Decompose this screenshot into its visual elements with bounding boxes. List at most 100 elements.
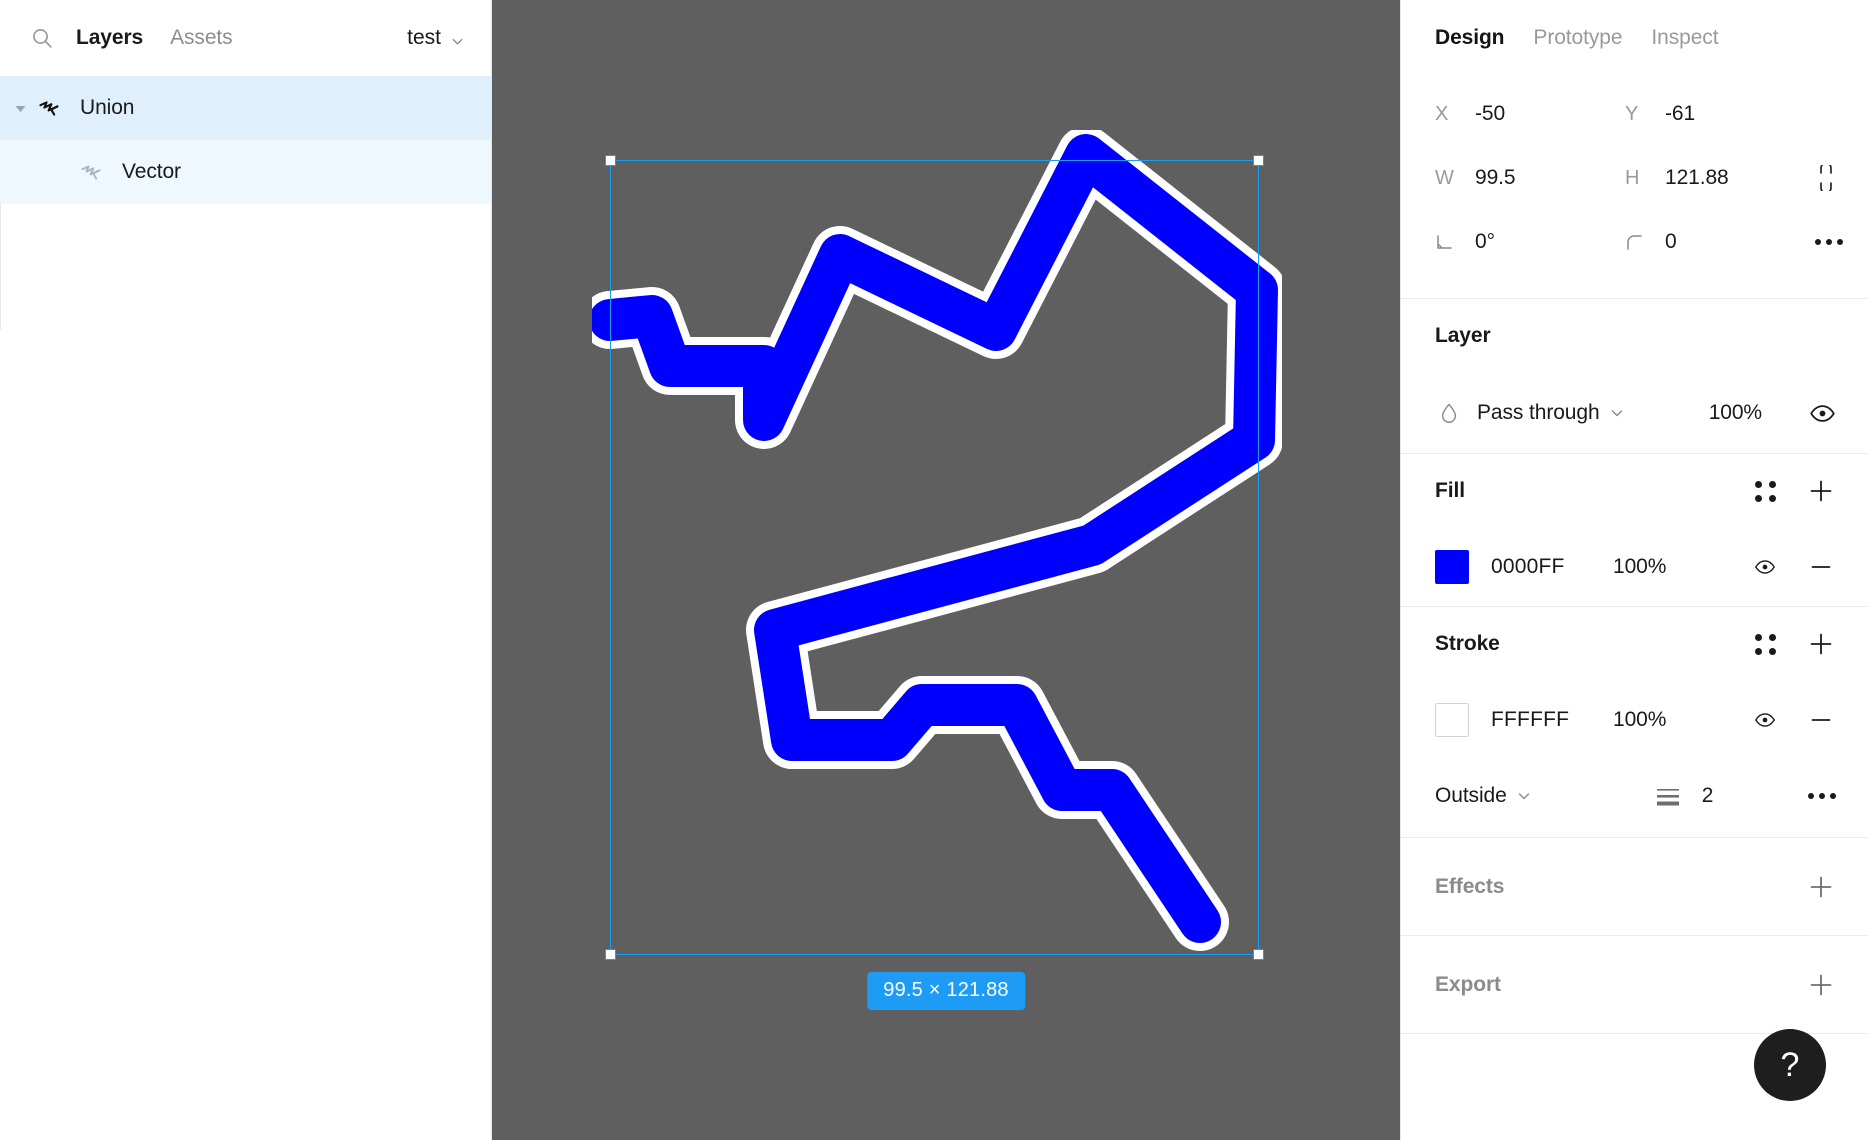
layer-row-vector[interactable]: Vector	[0, 140, 491, 204]
chevron-down-icon	[450, 31, 465, 46]
stroke-row-actions	[1750, 705, 1836, 735]
corner-radius-value: 0	[1665, 230, 1677, 253]
add-export-plus-icon[interactable]	[1806, 970, 1836, 1000]
stroke-align-value[interactable]: Outside	[1435, 784, 1507, 808]
resize-handle-top-right[interactable]	[1253, 155, 1264, 166]
layers-panel: Layers Assets test Union Vector	[0, 0, 492, 1140]
stroke-section-header: Stroke	[1435, 607, 1836, 681]
remove-fill-minus-icon[interactable]	[1806, 552, 1836, 582]
eye-icon[interactable]	[1750, 552, 1780, 582]
fill-section-title: Fill	[1435, 479, 1465, 502]
height-field[interactable]: H 121.88	[1625, 166, 1815, 190]
fill-header-actions	[1750, 476, 1836, 506]
stroke-weight-value: 2	[1701, 784, 1714, 807]
stroke-more-options-icon[interactable]	[1808, 793, 1836, 799]
stroke-weight-field[interactable]: 2	[1654, 784, 1714, 808]
x-label: X	[1435, 102, 1449, 125]
ellipsis-dots	[1808, 793, 1836, 799]
canvas-stage: 99.5 × 121.88	[492, 0, 1400, 1140]
size-row: W 99.5 H 121.88	[1435, 146, 1836, 210]
layer-name: Union	[80, 96, 135, 119]
fill-paint-row: 0000FF 100%	[1435, 528, 1836, 606]
grid-dots	[1754, 480, 1776, 502]
blend-mode-value[interactable]: Pass through	[1477, 401, 1600, 425]
effects-section-title: Effects	[1435, 874, 1505, 898]
stroke-color-swatch[interactable]	[1435, 703, 1469, 737]
eye-icon[interactable]	[1750, 705, 1780, 735]
vector-path-icon	[36, 95, 62, 121]
y-field[interactable]: Y -61	[1625, 102, 1815, 126]
selection-bounding-box	[605, 155, 1264, 960]
position-row: X -50 Y -61	[1435, 82, 1836, 146]
stroke-opacity-value[interactable]: 100%	[1613, 708, 1666, 732]
rotation-value: 0°	[1475, 230, 1495, 253]
corner-radius-field[interactable]: 0	[1625, 230, 1815, 254]
fill-color-swatch[interactable]	[1435, 550, 1469, 584]
help-button[interactable]: ?	[1754, 1029, 1826, 1101]
design-canvas[interactable]: 99.5 × 121.88	[492, 0, 1400, 1140]
ellipsis-dots	[1815, 239, 1843, 245]
figma-editor-window: Layers Assets test Union Vector 99.5 × 1…	[0, 0, 1868, 1140]
properties-tabs: Design Prototype Inspect	[1401, 0, 1868, 76]
rotation-radius-row: 0° 0	[1435, 210, 1843, 274]
fill-hex-value[interactable]: 0000FF	[1491, 555, 1613, 579]
height-label: H	[1625, 166, 1640, 189]
chevron-down-icon[interactable]	[1609, 405, 1625, 421]
width-field[interactable]: W 99.5	[1435, 166, 1625, 190]
styles-grid-icon[interactable]	[1750, 476, 1780, 506]
vector-shape-union[interactable]	[592, 130, 1282, 990]
tab-assets[interactable]: Assets	[170, 26, 233, 50]
fill-section-header: Fill	[1435, 454, 1836, 528]
x-value: -50	[1475, 102, 1506, 125]
stroke-paint-row: FFFFFF 100%	[1435, 681, 1836, 759]
stroke-hex-value[interactable]: FFFFFF	[1491, 708, 1613, 732]
layer-section-header: Layer	[1435, 299, 1836, 373]
fill-opacity-value[interactable]: 100%	[1613, 555, 1666, 579]
width-value: 99.5	[1475, 166, 1516, 189]
resize-handle-top-left[interactable]	[605, 155, 616, 166]
layer-section-title: Layer	[1435, 324, 1491, 347]
layers-panel-header: Layers Assets test	[0, 0, 491, 76]
geometry-section: X -50 Y -61 W 99.5 H 121.88 0° 0	[1401, 76, 1868, 299]
layer-blend-row: Pass through 100%	[1435, 373, 1836, 453]
resize-handle-bottom-right[interactable]	[1253, 949, 1264, 960]
stroke-weight-icon	[1656, 789, 1679, 806]
effects-header-actions	[1806, 872, 1836, 902]
export-section: Export	[1401, 936, 1868, 1034]
tab-prototype[interactable]: Prototype	[1533, 26, 1622, 50]
effects-section: Effects	[1401, 838, 1868, 936]
resize-handle-bottom-left[interactable]	[605, 949, 616, 960]
tab-design[interactable]: Design	[1435, 26, 1505, 50]
tab-inspect[interactable]: Inspect	[1651, 26, 1718, 50]
page-selector[interactable]: test	[407, 26, 469, 50]
constrain-proportions-icon[interactable]	[1815, 165, 1837, 191]
disclosure-triangle-icon[interactable]	[10, 76, 30, 140]
eye-icon[interactable]	[1792, 400, 1836, 427]
corner-radius-icon	[1625, 233, 1665, 252]
blend-mode-icon	[1435, 402, 1463, 424]
add-stroke-plus-icon[interactable]	[1806, 629, 1836, 659]
page-selector-label: test	[407, 26, 441, 49]
rotation-field[interactable]: 0°	[1435, 230, 1625, 254]
add-fill-plus-icon[interactable]	[1806, 476, 1836, 506]
selection-size-badge: 99.5 × 121.88	[867, 972, 1025, 1010]
add-effect-plus-icon[interactable]	[1806, 872, 1836, 902]
stroke-section-title: Stroke	[1435, 632, 1500, 655]
layer-opacity-value[interactable]: 100%	[1709, 401, 1762, 425]
remove-stroke-minus-icon[interactable]	[1806, 705, 1836, 735]
height-value: 121.88	[1665, 166, 1729, 189]
layer-row-union[interactable]: Union	[0, 76, 491, 140]
search-icon[interactable]	[30, 26, 54, 50]
tab-layers[interactable]: Layers	[76, 26, 143, 50]
properties-panel: Design Prototype Inspect X -50 Y -61 W 9…	[1400, 0, 1868, 1140]
styles-grid-icon[interactable]	[1750, 629, 1780, 659]
fill-row-actions	[1750, 552, 1836, 582]
x-field[interactable]: X -50	[1435, 102, 1625, 126]
rotation-icon	[1435, 233, 1475, 252]
chevron-down-icon[interactable]	[1516, 788, 1532, 804]
y-label: Y	[1625, 102, 1639, 125]
export-header-actions	[1806, 970, 1836, 1000]
more-options-icon[interactable]	[1815, 239, 1843, 245]
export-section-title: Export	[1435, 972, 1501, 996]
stroke-section: Stroke FFFFFF 100% Outside 2	[1401, 607, 1868, 838]
